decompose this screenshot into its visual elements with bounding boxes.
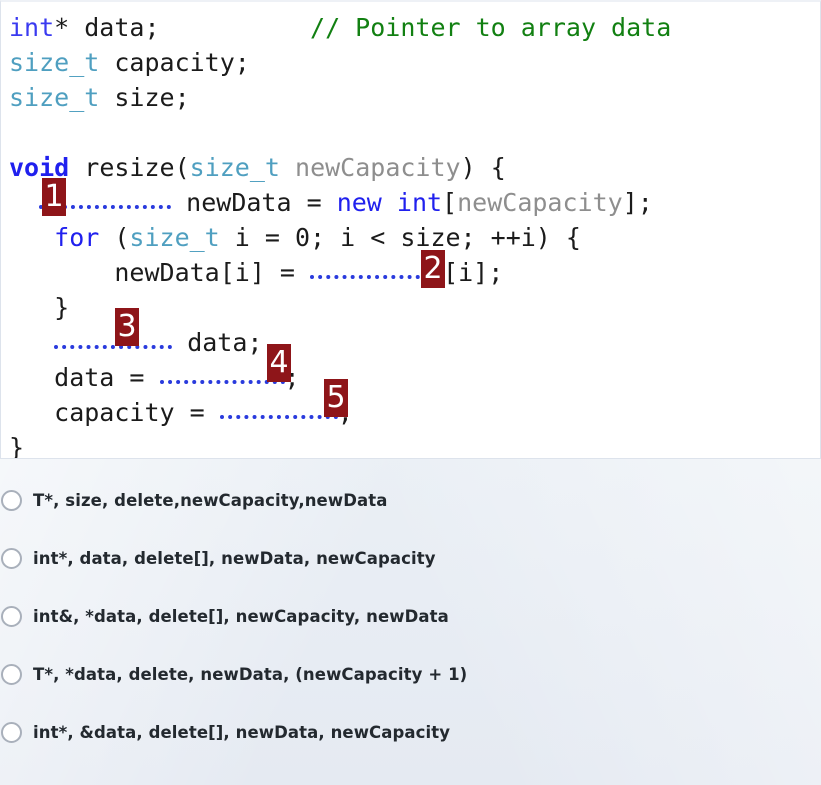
- code-line: newData[i] = [i];: [9, 255, 820, 290]
- answer-option-a[interactable]: T*, size, delete,newCapacity,newData: [0, 483, 821, 517]
- blank-number-badge-3: 3: [115, 308, 139, 346]
- code-token: newData[i] =: [9, 258, 311, 287]
- code-token: }: [9, 293, 70, 322]
- code-line: void resize(size_t newCapacity) {: [9, 150, 820, 185]
- code-token: capacity;: [99, 48, 250, 77]
- answer-option-label: int*, data, delete[], newData, newCapaci…: [33, 548, 436, 568]
- code-token: newData =: [171, 188, 337, 217]
- code-token: size_t: [129, 223, 220, 252]
- answer-option-e[interactable]: int*, &data, delete[], newData, newCapac…: [0, 715, 821, 749]
- blank-number-badge-5: 5: [324, 379, 348, 417]
- code-token: newCapacity: [457, 188, 623, 217]
- answer-option-b[interactable]: int*, data, delete[], newData, newCapaci…: [0, 541, 821, 575]
- fill-in-blank: [219, 403, 338, 419]
- code-token: (: [99, 223, 130, 252]
- blank-number-badge-1: 1: [42, 178, 66, 216]
- code-token: // Pointer to array data: [310, 13, 672, 42]
- code-snippet-panel: int* data; // Pointer to array data size_…: [0, 0, 821, 459]
- code-token: i = 0; i < size; ++i) {: [219, 223, 581, 252]
- answer-option-d[interactable]: T*, *data, delete, newData, (newCapacity…: [0, 657, 821, 691]
- code-token: capacity =: [9, 398, 220, 427]
- code-token: }: [9, 433, 25, 459]
- code-line: size_t size;: [9, 80, 820, 115]
- code-token: ];: [622, 188, 653, 217]
- code-token: size;: [99, 83, 190, 112]
- code-token: int: [9, 13, 55, 42]
- code-line: int* data; // Pointer to array data: [9, 10, 820, 45]
- code-token: [: [442, 188, 458, 217]
- blank-number-badge-2: 2: [421, 250, 445, 288]
- fill-in-blank: [310, 263, 429, 279]
- code-token: for: [54, 223, 100, 252]
- answer-option-c[interactable]: int&, *data, delete[], newCapacity, newD…: [0, 599, 821, 633]
- answer-option-label: int&, *data, delete[], newCapacity, newD…: [33, 606, 449, 626]
- code-line: for (size_t i = 0; i < size; ++i) {: [9, 220, 820, 255]
- radio-button-icon[interactable]: [1, 547, 22, 569]
- answer-options-list: T*, size, delete,newCapacity,newData int*…: [0, 483, 821, 749]
- code-token: * data;: [54, 13, 311, 42]
- code-token: size_t: [9, 83, 100, 112]
- answer-option-label: T*, *data, delete, newData, (newCapacity…: [33, 664, 468, 684]
- code-token: new int: [336, 188, 443, 217]
- answer-option-label: int*, &data, delete[], newData, newCapac…: [33, 722, 451, 742]
- code-token: newCapacity: [295, 153, 461, 182]
- code-line: size_t capacity;: [9, 45, 820, 80]
- code-token: size_t: [9, 48, 100, 77]
- radio-button-icon[interactable]: [1, 721, 22, 743]
- fill-in-blank: [54, 333, 173, 349]
- code-token: resize(: [69, 153, 190, 182]
- code-body: int* data; // Pointer to array data size_…: [9, 10, 820, 459]
- code-token: ) {: [460, 153, 506, 182]
- code-line: newData = new int[newCapacity];: [9, 185, 820, 220]
- code-token: data =: [9, 363, 160, 392]
- radio-button-icon[interactable]: [1, 663, 22, 685]
- radio-button-icon[interactable]: [1, 489, 22, 511]
- blank-number-badge-4: 4: [267, 344, 291, 382]
- answer-option-label: T*, size, delete,newCapacity,newData: [33, 490, 388, 510]
- code-token: data;: [172, 328, 263, 357]
- code-line: capacity = ;: [9, 395, 820, 430]
- code-line: data = ;: [9, 360, 820, 395]
- fill-in-blank: [159, 368, 285, 384]
- answer-options-panel: T*, size, delete,newCapacity,newData int*…: [0, 459, 821, 785]
- radio-button-icon[interactable]: [1, 605, 22, 627]
- code-token: size_t: [189, 153, 280, 182]
- code-line: }: [9, 430, 820, 459]
